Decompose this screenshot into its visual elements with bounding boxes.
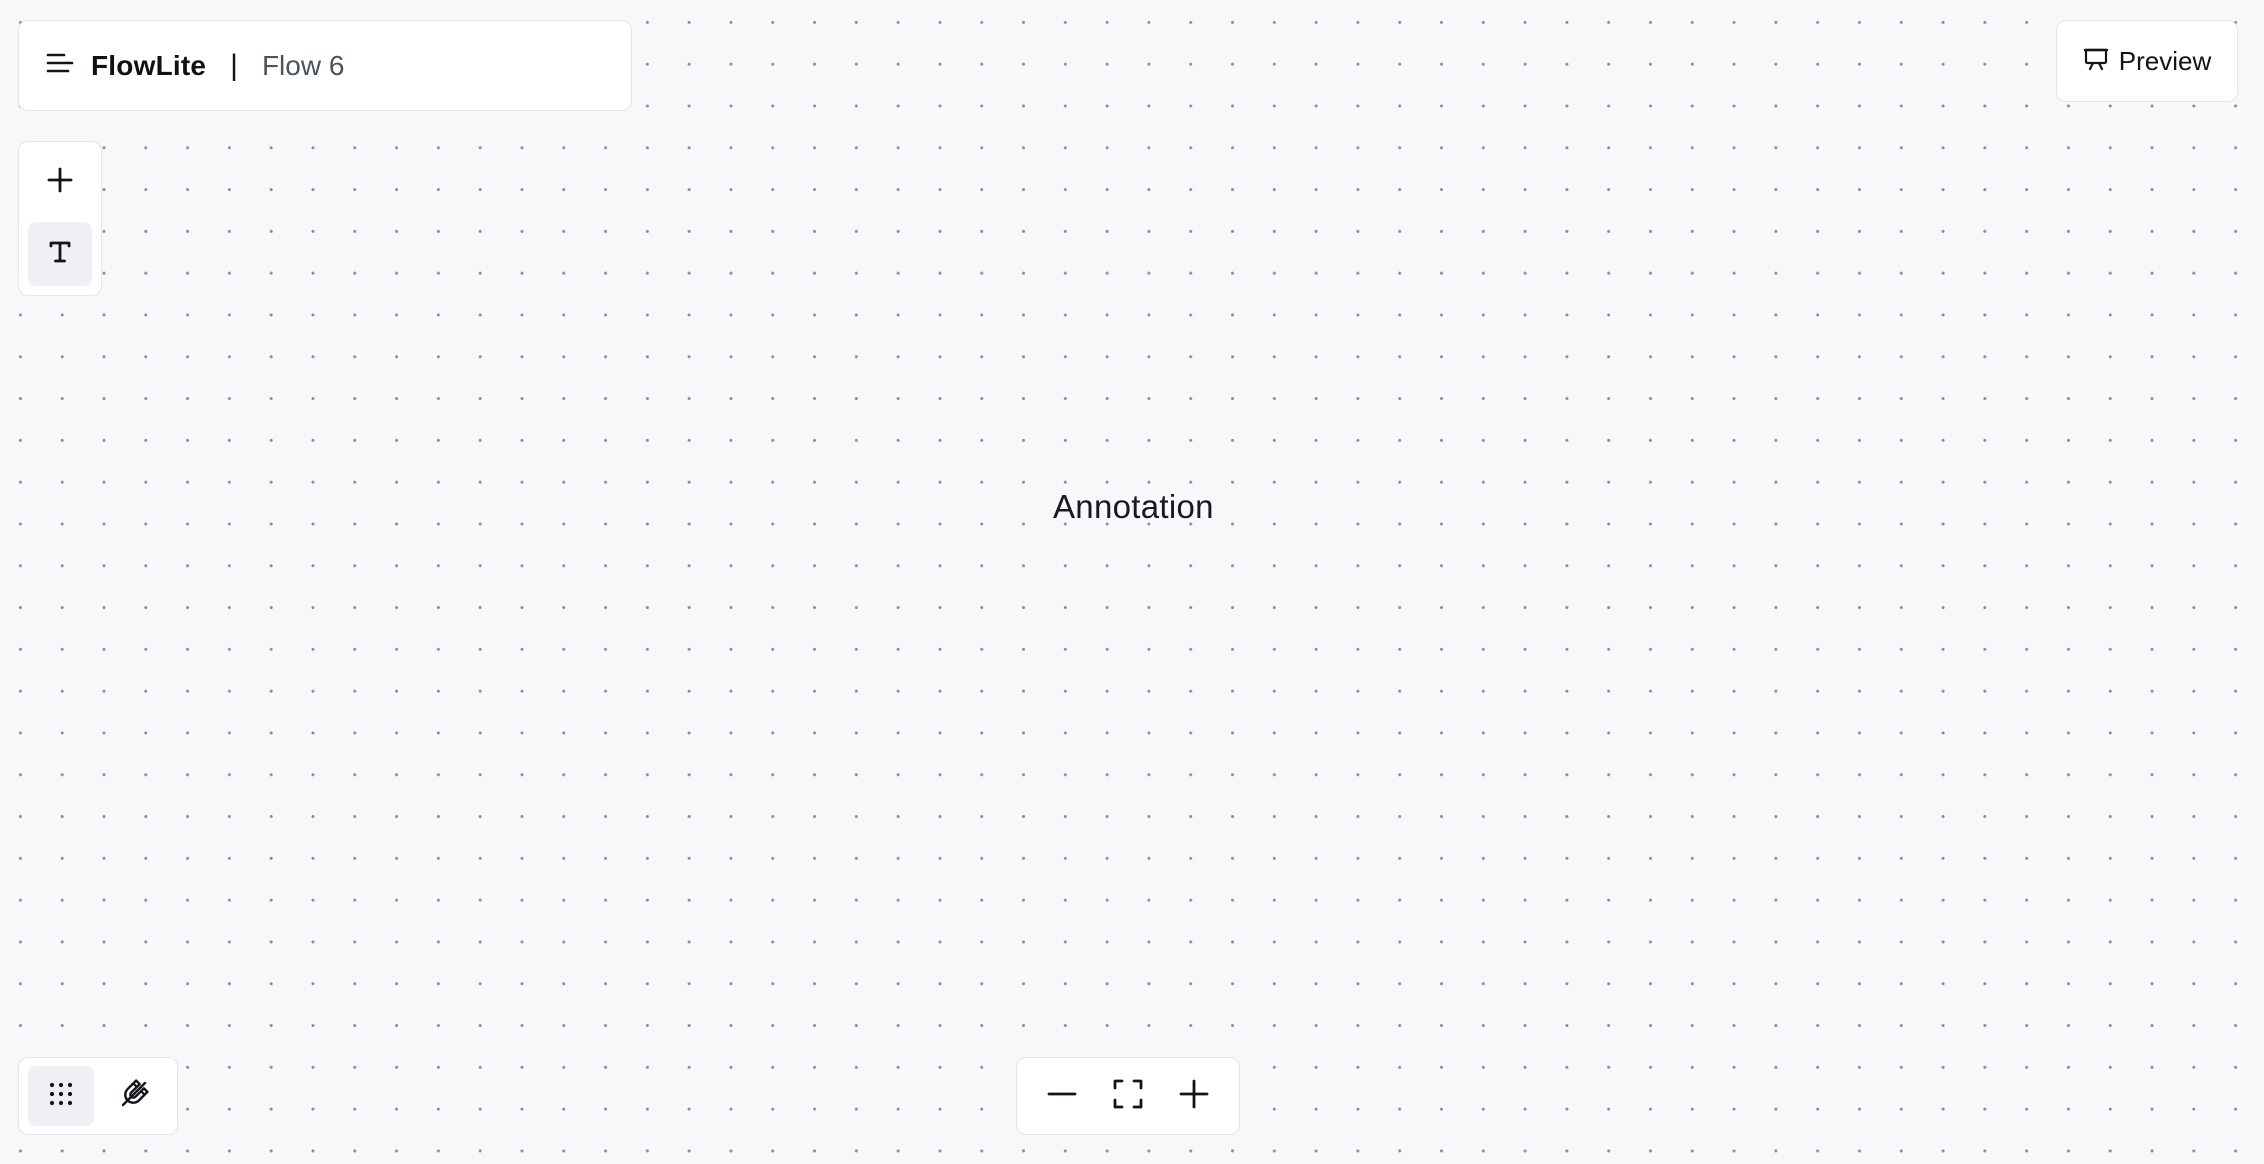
zoom-controls xyxy=(1016,1057,1240,1135)
menu-icon xyxy=(46,52,74,79)
preview-label: Preview xyxy=(2118,45,2212,76)
grid-dots-icon xyxy=(47,1080,75,1113)
tool-panel xyxy=(18,141,102,296)
menu-button[interactable] xyxy=(43,49,77,83)
zoom-out-button[interactable] xyxy=(1034,1068,1090,1124)
plus-icon xyxy=(1179,1079,1209,1114)
flow-canvas[interactable] xyxy=(0,0,2264,1164)
snap-toggle-button[interactable] xyxy=(101,1066,167,1126)
title-separator: | xyxy=(230,48,238,82)
magnet-icon xyxy=(117,1077,151,1116)
plus-icon xyxy=(46,166,74,199)
canvas-options-panel xyxy=(18,1057,178,1135)
add-node-button[interactable] xyxy=(28,150,92,214)
app-name: FlowLite xyxy=(91,49,207,81)
header-panel: FlowLite | Flow 6 xyxy=(18,20,632,111)
text-tool-button[interactable] xyxy=(28,222,92,286)
fit-view-button[interactable] xyxy=(1100,1068,1156,1124)
zoom-in-button[interactable] xyxy=(1166,1068,1222,1124)
preview-button[interactable]: Preview xyxy=(2056,20,2238,102)
grid-toggle-button[interactable] xyxy=(28,1066,94,1126)
fit-view-icon xyxy=(1112,1078,1144,1115)
presentation-icon xyxy=(2083,46,2109,77)
minus-icon xyxy=(1047,1079,1077,1114)
text-icon xyxy=(47,239,73,270)
flow-name[interactable]: Flow 6 xyxy=(262,50,344,82)
annotation-text-node[interactable]: Annotation xyxy=(1053,488,1214,526)
